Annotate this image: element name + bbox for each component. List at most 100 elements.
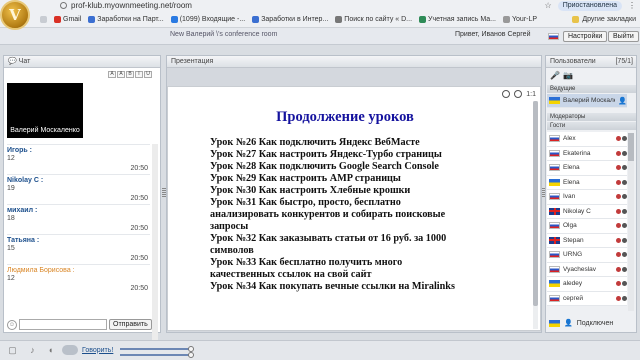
chat-messages: Игорь : 12 20:50 Nikolay C : 19 20:50 ми…: [7, 144, 150, 294]
user-row-leader[interactable]: Валерий Москаленко 👤: [547, 94, 627, 108]
chat-message-input[interactable]: [19, 319, 107, 330]
connected-label: Подключен: [576, 319, 614, 327]
microphone-icon[interactable]: ♪: [27, 345, 38, 356]
bookmark-item[interactable]: Your-LP: [503, 16, 537, 23]
language-flag-icon[interactable]: [548, 33, 559, 40]
message-time: 20:50: [130, 225, 148, 232]
flag-icon: [549, 280, 560, 288]
volume-slider[interactable]: [120, 346, 194, 352]
status-icon: [616, 194, 621, 200]
user-row[interactable]: Ekaterina: [547, 146, 627, 161]
profile-button[interactable]: Приостановлена: [557, 0, 622, 11]
message-time: 20:50: [130, 195, 148, 202]
user-row[interactable]: сергей: [547, 291, 627, 306]
person-icon: [622, 179, 627, 185]
user-name: URNG: [563, 251, 583, 259]
zoom-out-icon[interactable]: [514, 90, 523, 98]
user-row[interactable]: Olga: [547, 219, 627, 234]
message-text: 15: [7, 245, 15, 252]
person-icon: [622, 266, 627, 272]
user-row[interactable]: Nikolay C: [547, 204, 627, 219]
bookmark-item[interactable]: Заработки в Интер...: [252, 16, 328, 23]
bookmark-icon: [503, 16, 511, 23]
user-name: Vyacheslav: [563, 265, 596, 273]
user-row[interactable]: Stepan: [547, 233, 627, 248]
user-row[interactable]: Alex: [547, 132, 627, 147]
status-icon: [616, 281, 621, 287]
user-role-icons: [616, 266, 627, 272]
status-icon: [616, 165, 621, 171]
logout-button[interactable]: Выйти: [608, 31, 639, 42]
webcam-icon[interactable]: ▢: [7, 345, 18, 356]
chat-message: михаил : 18 20:50: [7, 204, 150, 234]
user-row[interactable]: Elena: [547, 161, 627, 176]
user-row[interactable]: Elena: [547, 175, 627, 190]
bookmark-item[interactable]: Учетная запись Ма...: [419, 16, 496, 23]
bookmark-label: Заработки на Парт...: [97, 16, 164, 23]
person-icon: [622, 150, 627, 156]
user-row[interactable]: Ivan: [547, 190, 627, 205]
message-author: Nikolay C :: [7, 177, 44, 184]
other-bookmarks[interactable]: Другие закладки: [572, 13, 636, 26]
address-bar[interactable]: prof-klub.myownmeeting.net/room: [60, 0, 192, 11]
user-row[interactable]: URNG: [547, 248, 627, 263]
star-icon[interactable]: ☆: [545, 1, 552, 10]
flag-icon: [549, 236, 560, 244]
bookmark-item[interactable]: (1099) Входящие -...: [170, 16, 245, 23]
italic-button[interactable]: I: [135, 71, 143, 78]
font-size-button[interactable]: A: [108, 71, 116, 78]
send-button[interactable]: Отправить: [109, 319, 152, 330]
bookmark-icon: [335, 16, 343, 23]
user-name: aledey: [563, 280, 583, 288]
folder-icon: [572, 16, 580, 23]
webcam-icon[interactable]: 📷: [563, 71, 573, 80]
bookmark-icon: [54, 16, 61, 23]
user-row[interactable]: Vyacheslav: [547, 262, 627, 277]
status-icon: [616, 179, 621, 185]
flag-ukraine-icon: [549, 97, 560, 104]
slide-scrollbar[interactable]: [533, 101, 538, 329]
underline-button[interactable]: U: [144, 71, 152, 78]
speaker-icon[interactable]: ◖: [45, 345, 56, 356]
menu-icon[interactable]: ⋮: [628, 1, 636, 10]
bookmark-label: Gmail: [63, 16, 82, 23]
mic-level-slider[interactable]: [120, 352, 194, 358]
bookmark-item[interactable]: Gmail: [54, 16, 81, 23]
zoom-in-icon[interactable]: [502, 90, 511, 98]
message-author: Людмила Борисова :: [7, 267, 75, 274]
font-color-button[interactable]: A: [117, 71, 125, 78]
chat-icon: 💬: [8, 58, 17, 65]
url-text[interactable]: prof-klub.myownmeeting.net/room: [71, 1, 192, 10]
settings-button[interactable]: Настройки: [563, 31, 608, 42]
users-scrollbar[interactable]: [628, 133, 634, 311]
presentation-header: Презентация: [167, 56, 541, 68]
person-icon: [622, 208, 627, 214]
chat-input-row: ☺ Отправить: [7, 318, 159, 331]
bottom-toolbar: ▢ ♪ ◖ Говорить!: [0, 340, 640, 360]
user-name: Elena: [563, 164, 580, 172]
message-author: Татьяна :: [7, 237, 40, 244]
zoom-reset-button[interactable]: 1:1: [526, 91, 536, 98]
message-text: 19: [7, 185, 15, 192]
bookmark-item[interactable]: Поиск по сайту « D...: [335, 16, 412, 23]
person-icon: [622, 136, 627, 142]
section-leaders[interactable]: Ведущие: [547, 85, 636, 93]
slide-scroll-thumb[interactable]: [533, 101, 538, 306]
status-icon: [616, 208, 621, 214]
talk-button[interactable]: Говорить!: [62, 345, 113, 355]
app-header: New Валерий \'s conference room Привет, …: [0, 28, 640, 45]
lesson-list: Урок №26 Как подключить Яндекс ВебМасте …: [210, 137, 530, 293]
section-guests[interactable]: Гости: [547, 122, 636, 130]
bookmark-label: Учетная запись Ма...: [428, 16, 497, 23]
bookmark-item[interactable]: Заработки на Парт...: [88, 16, 164, 23]
mic-level-knob[interactable]: [188, 352, 194, 358]
mic-icon[interactable]: 🎤: [550, 71, 560, 80]
bold-button[interactable]: B: [126, 71, 134, 78]
section-moderators[interactable]: Модераторы: [547, 113, 636, 121]
users-scroll-thumb[interactable]: [628, 133, 634, 161]
bookmark-apps[interactable]: [40, 16, 47, 23]
flag-icon: [549, 294, 560, 302]
emoji-icon[interactable]: ☺: [7, 319, 17, 330]
user-role-icons: [616, 208, 627, 214]
user-row[interactable]: aledey: [547, 277, 627, 292]
